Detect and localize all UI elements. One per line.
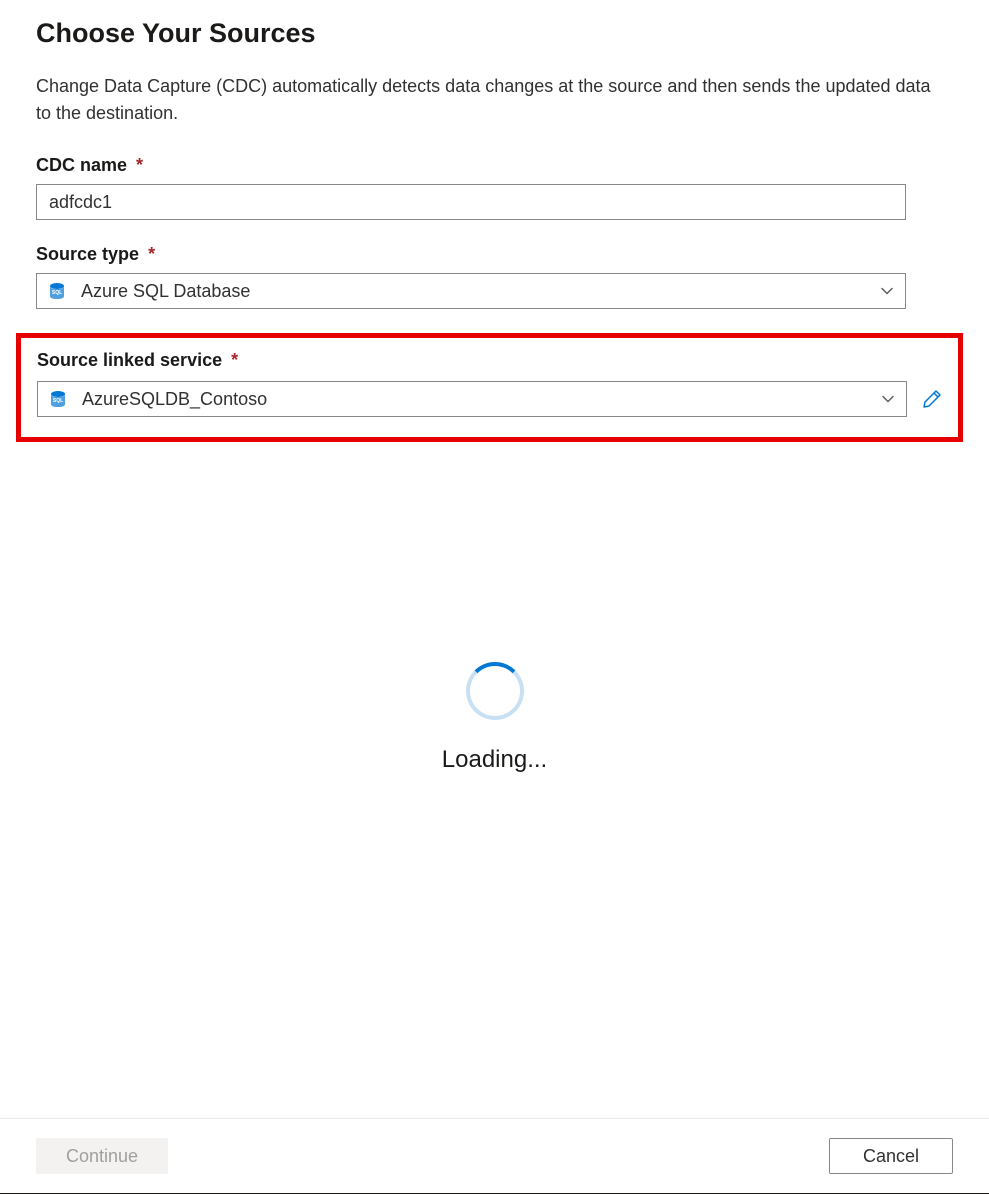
cdc-name-label-text: CDC name — [36, 155, 127, 175]
source-type-value: Azure SQL Database — [81, 281, 250, 302]
source-linked-service-value: AzureSQLDB_Contoso — [82, 389, 267, 410]
required-marker: * — [148, 244, 155, 264]
source-linked-service-label-text: Source linked service — [37, 350, 222, 370]
source-type-select[interactable]: Azure SQL Database — [36, 273, 906, 309]
main-content: Choose Your Sources Change Data Capture … — [0, 0, 989, 774]
cdc-name-group: CDC name * — [36, 155, 953, 220]
page-title: Choose Your Sources — [36, 18, 953, 49]
source-type-label-text: Source type — [36, 244, 139, 264]
source-linked-service-label: Source linked service * — [37, 350, 942, 371]
loading-area: Loading... — [36, 662, 953, 774]
page-description: Change Data Capture (CDC) automatically … — [36, 73, 936, 127]
source-type-label: Source type * — [36, 244, 953, 265]
edit-icon[interactable] — [921, 388, 943, 410]
loading-text: Loading... — [442, 746, 547, 774]
source-type-group: Source type * SQL Azure SQL Database — [36, 244, 953, 309]
required-marker: * — [231, 350, 238, 370]
source-linked-service-highlight: Source linked service * SQL AzureSQLDB_C… — [16, 333, 963, 442]
cdc-name-label: CDC name * — [36, 155, 953, 176]
cdc-name-input[interactable] — [36, 184, 906, 220]
required-marker: * — [136, 155, 143, 175]
source-linked-service-select-wrapper: SQL AzureSQLDB_Contoso — [37, 381, 907, 417]
loading-spinner-icon — [466, 662, 524, 720]
cancel-button[interactable]: Cancel — [829, 1138, 953, 1174]
linked-service-row: SQL AzureSQLDB_Contoso — [37, 381, 942, 417]
continue-button[interactable]: Continue — [36, 1138, 168, 1174]
footer: Continue Cancel — [0, 1118, 989, 1194]
source-type-select-wrapper: SQL Azure SQL Database — [36, 273, 906, 309]
source-linked-service-select[interactable]: AzureSQLDB_Contoso — [37, 381, 907, 417]
